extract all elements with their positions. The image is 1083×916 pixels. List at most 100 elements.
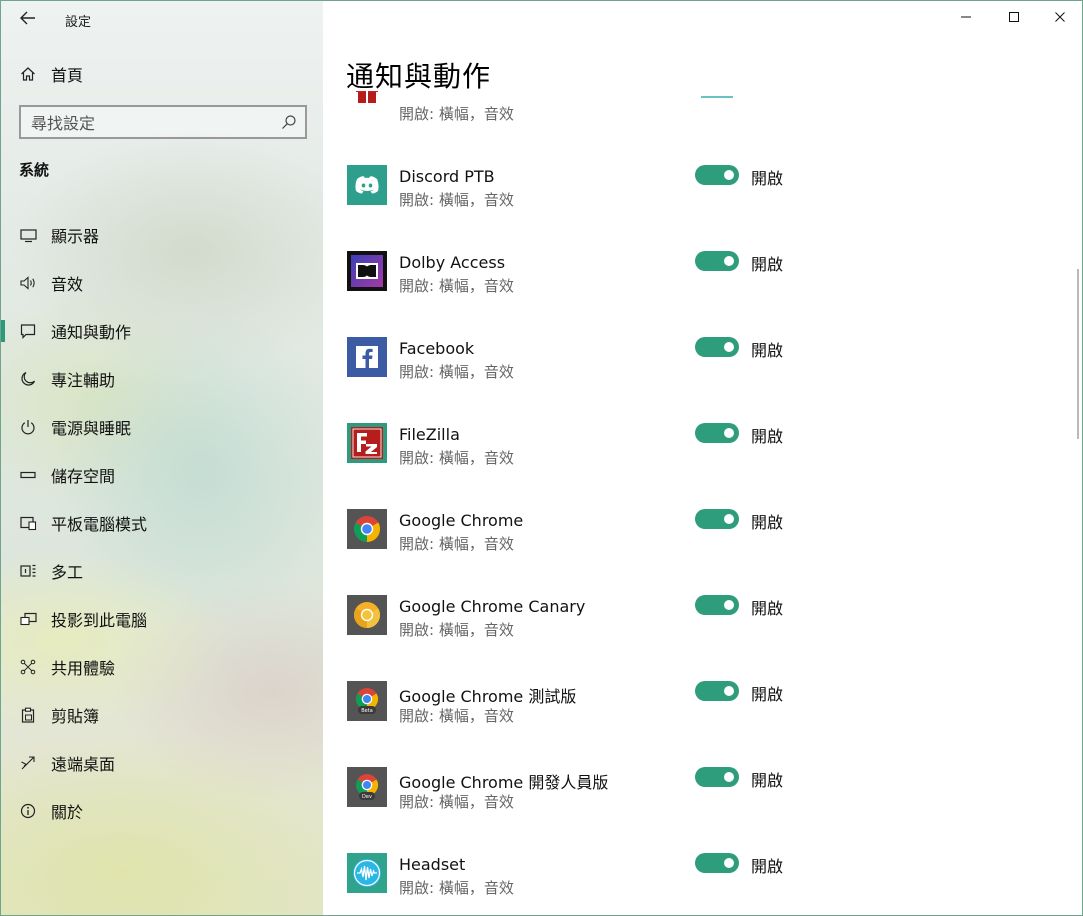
window-controls — [323, 1, 1082, 35]
app-subtitle: 開啟: 橫幅，音效 — [399, 793, 514, 811]
facebook-icon — [347, 337, 387, 377]
maximize-button[interactable] — [991, 1, 1037, 33]
nav-list: 顯示器 音效 通知與動作 專注輔助 電源與睡眠 儲存空間 平板電腦模式 多工 投… — [1, 211, 323, 835]
app-row-google-chrome[interactable]: Google Chrome 開啟: 橫幅，音效 開啟 — [323, 509, 1075, 595]
app-subtitle: 開啟: 橫幅，音效 — [399, 191, 514, 209]
sidebar-item-notifications[interactable]: 通知與動作 — [1, 307, 323, 355]
back-arrow-icon — [20, 11, 35, 25]
sidebar-item-label: 剪貼簿 — [51, 707, 100, 726]
app-name: Google Chrome 測試版 — [399, 687, 577, 706]
close-button[interactable] — [1037, 1, 1082, 33]
app-row-facebook[interactable]: Facebook 開啟: 橫幅，音效 開啟 — [323, 337, 1075, 423]
sidebar-item-tablet-mode[interactable]: 平板電腦模式 — [1, 499, 323, 547]
dolby-icon — [347, 251, 387, 291]
sidebar-item-label: 多工 — [51, 563, 84, 582]
sidebar-item-about[interactable]: 關於 — [1, 787, 323, 835]
speaker-icon — [18, 273, 38, 293]
app-name: Dolby Access — [399, 253, 506, 272]
partial-toggle[interactable] — [701, 96, 733, 98]
info-icon — [18, 801, 38, 821]
close-icon — [1055, 12, 1065, 22]
back-button[interactable] — [15, 7, 41, 29]
notification-toggle[interactable] — [695, 595, 739, 615]
toggle-label: 開啟 — [751, 857, 784, 876]
settings-window: 設定 首頁 尋找設定 系統 顯示器 音效 通知與動作 專注輔助 電源與睡眠 儲存… — [0, 0, 1083, 916]
chrome-icon — [347, 509, 387, 549]
storage-icon — [18, 465, 38, 485]
app-subtitle: 開啟: 橫幅，音效 — [399, 621, 514, 639]
minimize-button[interactable] — [943, 1, 989, 33]
app-row-partial[interactable]: 開啟: 橫幅，音效 — [323, 91, 1075, 175]
notification-toggle[interactable] — [695, 165, 739, 185]
tablet-icon — [18, 513, 38, 533]
app-row-google-chrome-dev[interactable]: Dev Google Chrome 開發人員版 開啟: 橫幅，音效 開啟 — [323, 767, 1075, 853]
toggle-label: 開啟 — [751, 341, 784, 360]
sidebar-item-focus-assist[interactable]: 專注輔助 — [1, 355, 323, 403]
sidebar-item-label: 儲存空間 — [51, 467, 116, 486]
dev-badge: Dev — [362, 794, 372, 800]
app-subtitle: 開啟: 橫幅，音效 — [399, 449, 514, 467]
sidebar-item-label: 通知與動作 — [51, 323, 132, 342]
projection-icon — [18, 609, 38, 629]
title-bar: 設定 — [1, 1, 323, 37]
sidebar-item-sound[interactable]: 音效 — [1, 259, 323, 307]
headset-icon — [347, 853, 387, 893]
app-name: Facebook — [399, 339, 475, 358]
toggle-label: 開啟 — [751, 169, 784, 188]
clipboard-icon — [18, 705, 38, 725]
notification-toggle[interactable] — [695, 767, 739, 787]
sidebar-item-shared-experiences[interactable]: 共用體驗 — [1, 643, 323, 691]
toggle-label: 開啟 — [751, 255, 784, 274]
app-notification-list: 開啟: 橫幅，音效 Discord PTB 開啟: 橫幅，音效 開啟 Dolby… — [323, 91, 1075, 915]
sidebar-item-label: 音效 — [51, 275, 84, 294]
sidebar-item-label: 專注輔助 — [51, 371, 116, 390]
toggle-label: 開啟 — [751, 685, 784, 704]
app-name: Google Chrome — [399, 511, 524, 530]
sidebar-item-multitasking[interactable]: 多工 — [1, 547, 323, 595]
app-row-filezilla[interactable]: FileZilla 開啟: 橫幅，音效 開啟 — [323, 423, 1075, 509]
discord-icon — [347, 165, 387, 205]
sidebar-item-power-sleep[interactable]: 電源與睡眠 — [1, 403, 323, 451]
sidebar-item-label: 遠端桌面 — [51, 755, 116, 774]
sidebar-item-clipboard[interactable]: 剪貼簿 — [1, 691, 323, 739]
notification-toggle[interactable] — [695, 853, 739, 873]
toggle-label: 開啟 — [751, 771, 784, 790]
notification-toggle[interactable] — [695, 509, 739, 529]
sidebar-item-display[interactable]: 顯示器 — [1, 211, 323, 259]
multitask-icon — [18, 561, 38, 581]
sidebar-item-projecting[interactable]: 投影到此電腦 — [1, 595, 323, 643]
toggle-label: 開啟 — [751, 427, 784, 446]
app-subtitle: 開啟: 橫幅，音效 — [399, 535, 514, 553]
gift-app-icon — [347, 91, 387, 109]
app-row-dolby-access[interactable]: Dolby Access 開啟: 橫幅，音效 開啟 — [323, 251, 1075, 337]
scrollbar-thumb[interactable] — [1077, 269, 1079, 439]
page-title: 通知與動作 — [346, 60, 492, 93]
app-row-discord-ptb[interactable]: Discord PTB 開啟: 橫幅，音效 開啟 — [323, 165, 1075, 251]
monitor-icon — [18, 225, 38, 245]
section-title: 系統 — [19, 161, 50, 179]
sidebar-item-remote-desktop[interactable]: 遠端桌面 — [1, 739, 323, 787]
nav-home[interactable]: 首頁 — [1, 59, 323, 89]
app-name: Google Chrome Canary — [399, 597, 586, 616]
maximize-icon — [1009, 12, 1019, 22]
app-row-google-chrome-canary[interactable]: Google Chrome Canary 開啟: 橫幅，音效 開啟 — [323, 595, 1075, 681]
search-input[interactable]: 尋找設定 — [19, 105, 307, 139]
notification-toggle[interactable] — [695, 681, 739, 701]
minimize-icon — [961, 16, 971, 18]
sidebar: 設定 首頁 尋找設定 系統 顯示器 音效 通知與動作 專注輔助 電源與睡眠 儲存… — [1, 1, 323, 915]
app-name: Google Chrome 開發人員版 — [399, 773, 609, 792]
power-icon — [18, 417, 38, 437]
chrome-dev-icon: Dev — [347, 767, 387, 807]
sidebar-item-label: 平板電腦模式 — [51, 515, 148, 534]
app-row-google-chrome-beta[interactable]: Beta Google Chrome 測試版 開啟: 橫幅，音效 開啟 — [323, 681, 1075, 767]
nav-home-label: 首頁 — [51, 66, 84, 85]
app-row-headset[interactable]: Headset 開啟: 橫幅，音效 開啟 — [323, 853, 1075, 915]
shared-experience-icon — [18, 657, 38, 677]
sidebar-item-storage[interactable]: 儲存空間 — [1, 451, 323, 499]
notification-toggle[interactable] — [695, 337, 739, 357]
notification-toggle[interactable] — [695, 423, 739, 443]
toggle-label: 開啟 — [751, 513, 784, 532]
filezilla-icon — [347, 423, 387, 463]
notification-toggle[interactable] — [695, 251, 739, 271]
chrome-beta-icon: Beta — [347, 681, 387, 721]
